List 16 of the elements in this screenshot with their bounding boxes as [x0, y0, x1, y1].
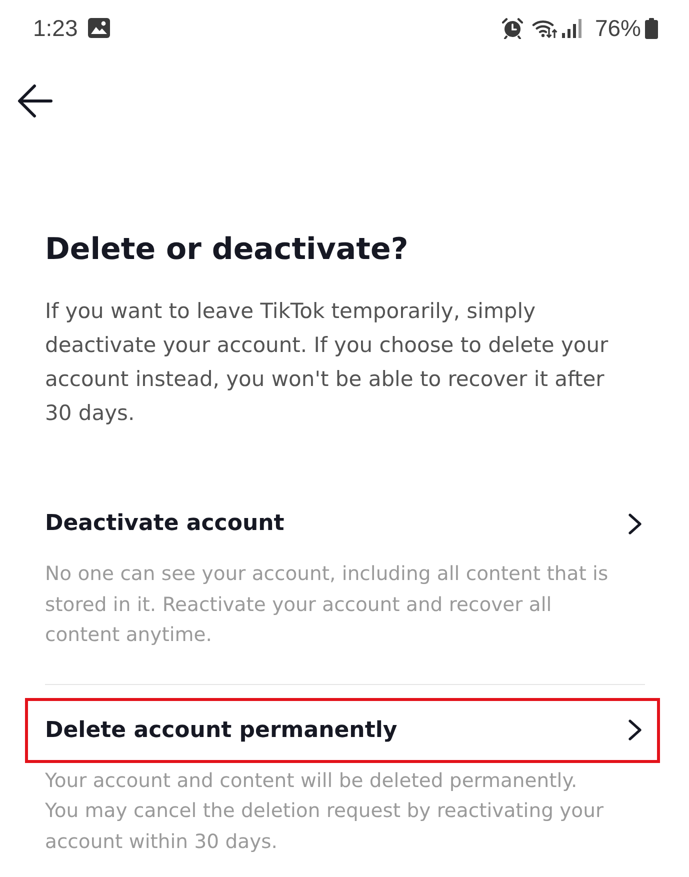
- status-time: 1:23: [33, 14, 78, 42]
- option-button[interactable]: Deactivate account: [25, 491, 660, 556]
- battery-icon: [645, 18, 658, 38]
- battery-percent: 76%: [594, 14, 641, 42]
- page-title: Delete or deactivate?: [45, 231, 410, 269]
- chevron-right-icon: [628, 512, 642, 534]
- alarm-icon: [502, 18, 523, 38]
- option-description: No one can see your account, including all content that is stored in it. Reactivate your account and recover all content anytime.: [45, 561, 610, 648]
- intro-text: If you want to leave TikTok temporarily, simply deactivate your account. If you choose to delete your account instead, you won't be able to recover it after 30 days.: [45, 298, 610, 427]
- option-button[interactable]: Delete account permanently: [25, 698, 660, 762]
- image-icon: [88, 18, 110, 38]
- chevron-right-icon: [628, 719, 642, 741]
- option-description: Your account and content will be deleted permanently. You may cancel the deletion request by reactivating your account within 30 days.: [45, 768, 604, 854]
- back-arrow-icon[interactable]: [17, 84, 53, 118]
- signal-icon: [562, 18, 584, 38]
- wifi-icon: [532, 18, 558, 38]
